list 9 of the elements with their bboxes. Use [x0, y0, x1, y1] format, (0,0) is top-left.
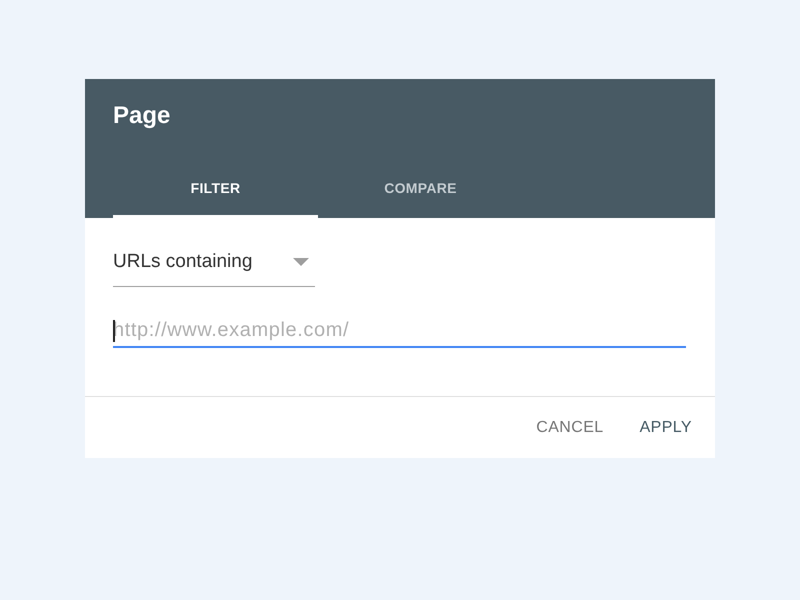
tab[interactable]: COMPARE — [318, 170, 523, 218]
url-input-field[interactable]: http://www.example.com/ — [113, 318, 686, 348]
dialog-title: Page — [113, 102, 170, 130]
tab[interactable]: FILTER — [113, 170, 318, 218]
caret-icon — [293, 258, 309, 266]
cancel-button[interactable]: CANCEL — [528, 410, 612, 446]
dropdown[interactable]: URLs containing — [113, 250, 315, 287]
apply-button[interactable]: APPLY — [632, 410, 700, 446]
text-cursor-icon — [113, 320, 115, 342]
